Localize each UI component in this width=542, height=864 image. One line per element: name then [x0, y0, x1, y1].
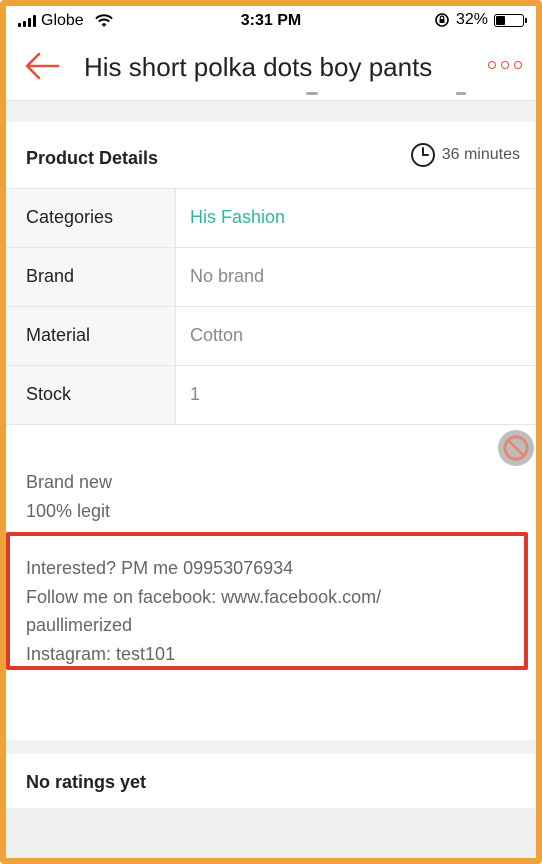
detail-label: Material	[26, 325, 91, 345]
ratings-label: No ratings yet	[26, 772, 147, 792]
details-table: Categories His Fashion Brand No brand Ma…	[6, 189, 536, 425]
description-line: Interested? PM me 09953076934	[26, 558, 294, 578]
cutoff-text-remnant	[6, 92, 536, 101]
arrow-left-icon	[25, 52, 60, 80]
status-bar: Globe 3:31 PM 32%	[6, 6, 536, 36]
description-line: 100% legit	[26, 500, 111, 521]
section-divider	[6, 101, 536, 122]
prohibited-icon[interactable]	[498, 430, 534, 466]
clock-icon	[410, 143, 435, 167]
detail-row-material: Material Cotton	[6, 307, 536, 366]
detail-label: Stock	[26, 384, 72, 404]
back-button[interactable]	[22, 48, 62, 84]
posted-time: 36 minutes	[410, 142, 520, 168]
description-top: Brand new 100% legit	[26, 468, 112, 525]
bottom-area	[6, 808, 536, 858]
detail-value: Cotton	[190, 325, 244, 345]
product-details-header: Product Details 36 minutes	[6, 122, 536, 189]
product-details-title: Product Details	[26, 148, 159, 168]
more-options-button[interactable]	[488, 61, 522, 69]
description-line: Instagram: test101	[26, 643, 176, 664]
detail-value: No brand	[190, 266, 265, 286]
description-line: Follow me on facebook: www.facebook.com/	[26, 586, 382, 607]
rotation-lock-icon	[435, 13, 449, 27]
detail-value: 1	[190, 384, 201, 404]
detail-label: Brand	[26, 266, 75, 286]
battery-percent: 32%	[455, 11, 488, 28]
battery-fill	[496, 15, 505, 25]
ratings-section: No ratings yet	[6, 754, 536, 808]
category-link[interactable]: His Fashion	[190, 207, 285, 228]
screen-frame: Globe 3:31 PM 32% His short polka dots b…	[0, 0, 542, 864]
detail-row-brand: Brand No brand	[6, 248, 536, 307]
status-right: 32%	[434, 11, 527, 29]
page-title: His short polka dots boy pants	[84, 52, 433, 82]
description-line: Brand new	[26, 472, 113, 492]
section-divider	[6, 740, 536, 754]
detail-row-stock: Stock 1	[6, 366, 536, 425]
app-header: His short polka dots boy pants	[6, 36, 536, 94]
description-line: paullimerized	[26, 615, 133, 635]
detail-label: Categories	[26, 207, 114, 227]
battery-icon	[494, 13, 527, 27]
more-dots-icon	[488, 61, 496, 69]
description-highlighted: Interested? PM me 09953076934 Follow me …	[26, 554, 381, 668]
posted-time-label: 36 minutes	[441, 146, 520, 163]
detail-row-categories: Categories His Fashion	[6, 189, 536, 248]
